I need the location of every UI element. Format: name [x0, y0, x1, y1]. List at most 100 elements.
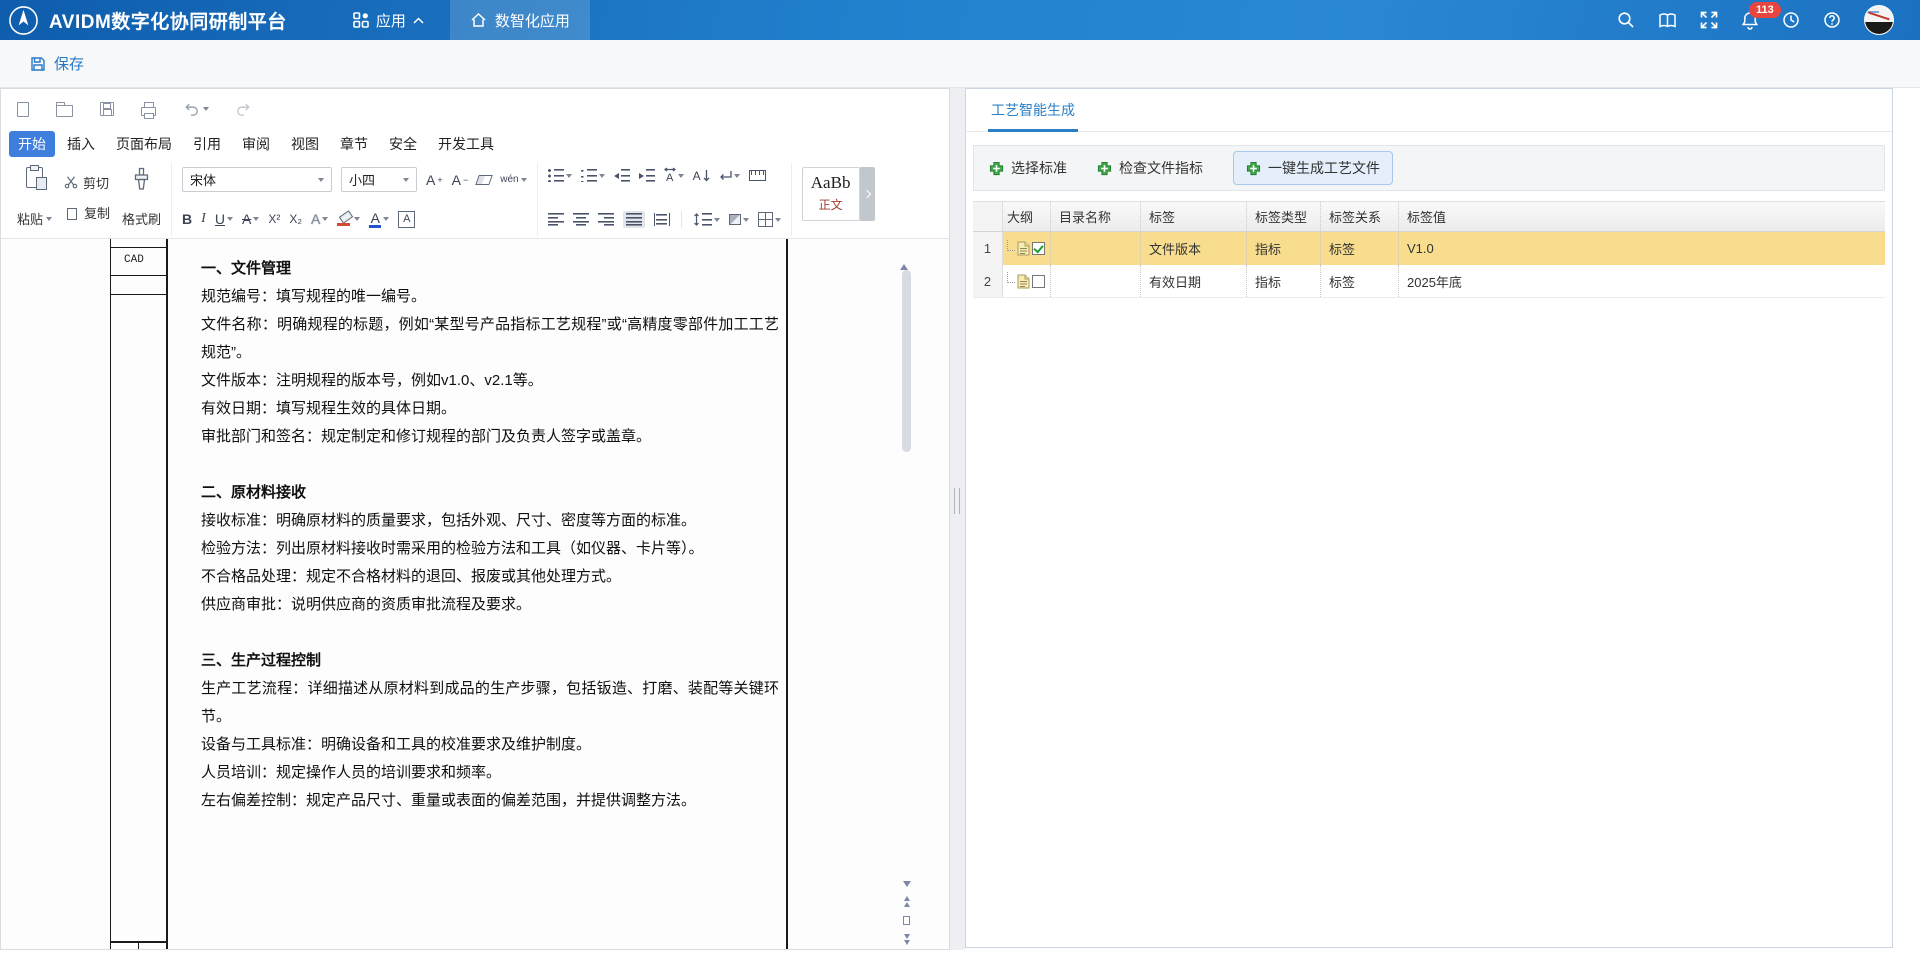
select-standard-label: 选择标准: [1011, 158, 1067, 178]
subscript-button[interactable]: X₂: [289, 212, 302, 226]
decrease-indent-button[interactable]: [614, 169, 630, 182]
font-size-select[interactable]: 小四: [341, 167, 417, 192]
row-checkbox-checked[interactable]: [1032, 242, 1045, 255]
history-clock-icon[interactable]: [1782, 11, 1800, 29]
outline-cell: [1003, 232, 1051, 265]
doc-line: 左右偏差控制：规定产品尺寸、重量或表面的偏差范围，并提供调整方法。: [201, 787, 779, 815]
text-effect-button[interactable]: A: [311, 211, 328, 227]
notifications-bell-icon[interactable]: 113: [1741, 11, 1759, 30]
font-size-value: 小四: [349, 170, 375, 189]
align-center-button[interactable]: [573, 213, 589, 226]
line-spacing-button[interactable]: [693, 213, 720, 226]
directory-name-cell: [1051, 232, 1141, 265]
check-indicators-button[interactable]: 检查文件指标: [1097, 158, 1203, 178]
home-icon: [470, 12, 487, 28]
bold-button[interactable]: B: [182, 211, 192, 227]
copy-button[interactable]: 复制: [64, 203, 110, 222]
tab-security[interactable]: 安全: [380, 131, 426, 157]
tab-review[interactable]: 审阅: [233, 131, 279, 157]
tab-home[interactable]: 开始: [9, 131, 55, 157]
tab-ruler-button[interactable]: [749, 170, 766, 181]
align-right-button[interactable]: [598, 213, 614, 226]
char-scale-button[interactable]: A: [664, 167, 684, 184]
doc-line: 供应商审批：说明供应商的资质审批流程及要求。: [201, 591, 779, 619]
superscript-button[interactable]: X²: [268, 212, 280, 226]
style-gallery-expand-button[interactable]: [860, 167, 875, 221]
clear-format-eraser-icon[interactable]: [477, 175, 491, 185]
splitter-grip[interactable]: [954, 488, 960, 514]
tab-references[interactable]: 引用: [184, 131, 230, 157]
doc-line: 检验方法：列出原材料接收时需采用的检验方法和工具（如仪器、卡片等）。: [201, 535, 779, 563]
paragraph-marks-button[interactable]: [719, 170, 740, 182]
open-file-icon[interactable]: [56, 102, 73, 117]
increase-font-button[interactable]: A+: [426, 172, 443, 188]
font-color-button[interactable]: A: [369, 210, 389, 228]
table-header-row: 大纲 目录名称 标签 标签类型 标签关系 标签值: [973, 201, 1885, 232]
tab-insert[interactable]: 插入: [58, 131, 104, 157]
document-canvas[interactable]: CAD 描 图 一、文件管理 规范编号：填写规程的唯一编号。 文件名称：明确规程…: [1, 239, 949, 949]
tab-process-smart-generation[interactable]: 工艺智能生成: [988, 100, 1078, 132]
tab-dev-tools[interactable]: 开发工具: [429, 131, 503, 157]
scroll-down-icon[interactable]: [903, 881, 911, 887]
fullscreen-icon[interactable]: [1700, 11, 1718, 29]
undo-dropdown-icon[interactable]: [203, 107, 209, 111]
sort-button[interactable]: A: [693, 169, 710, 183]
print-icon[interactable]: [141, 102, 156, 116]
user-avatar[interactable]: [1864, 5, 1894, 35]
tag-relation-cell: 标签: [1321, 232, 1399, 265]
redo-icon[interactable]: [236, 101, 252, 117]
save-button[interactable]: 保存: [54, 53, 84, 74]
row-checkbox-unchecked[interactable]: [1032, 275, 1045, 288]
editor-vertical-scrollbar[interactable]: [900, 247, 913, 945]
header-tag-relation: 标签关系: [1321, 202, 1399, 231]
select-browse-object-icon[interactable]: [903, 916, 910, 925]
shading-button[interactable]: [729, 214, 749, 225]
increase-indent-button[interactable]: [639, 169, 655, 182]
distribute-button[interactable]: [654, 213, 670, 226]
search-icon[interactable]: [1617, 11, 1635, 29]
previous-page-icon[interactable]: [904, 896, 910, 907]
scroll-up-icon[interactable]: [900, 247, 908, 270]
app-menu-button[interactable]: 应用: [353, 0, 424, 40]
styles-group: AaBb 正文: [792, 163, 879, 236]
strikethrough-button[interactable]: A: [242, 211, 259, 227]
next-page-icon[interactable]: [904, 934, 910, 945]
book-icon[interactable]: [1658, 12, 1677, 29]
quick-save-icon[interactable]: [100, 102, 114, 116]
style-normal-button[interactable]: AaBb 正文: [802, 167, 860, 221]
italic-button[interactable]: I: [201, 211, 206, 227]
table-row[interactable]: 2 有效日期 指标 标签 2025年底: [973, 265, 1885, 298]
document-text[interactable]: 一、文件管理 规范编号：填写规程的唯一编号。 文件名称：明确规程的标题，例如“某…: [201, 255, 779, 843]
doc-line: 人员培训：规定操作人员的培训要求和频率。: [201, 759, 779, 787]
new-document-icon[interactable]: [17, 102, 29, 117]
tab-section[interactable]: 章节: [331, 131, 377, 157]
generate-process-file-button[interactable]: 一键生成工艺文件: [1233, 151, 1393, 185]
align-left-button[interactable]: [548, 213, 564, 226]
char-border-button[interactable]: A: [398, 211, 415, 228]
scroll-nav-cluster: [900, 881, 913, 945]
select-standard-button[interactable]: 选择标准: [989, 158, 1067, 178]
copy-label: 复制: [84, 203, 110, 222]
tab-view[interactable]: 视图: [282, 131, 328, 157]
highlight-pen-button[interactable]: [337, 213, 360, 226]
borders-button[interactable]: [758, 212, 781, 227]
paste-button[interactable]: 粘贴: [17, 167, 52, 228]
underline-button[interactable]: U: [215, 211, 233, 227]
save-bar: 保存: [0, 40, 1920, 88]
topbar: AVIDM数字化协同研制平台 应用 数智化应用: [0, 0, 1920, 40]
numbered-list-button[interactable]: [581, 169, 605, 182]
font-name-select[interactable]: 宋体: [182, 167, 332, 192]
scrollbar-thumb[interactable]: [902, 270, 911, 452]
cut-button[interactable]: 剪切: [64, 173, 110, 192]
home-tab-digital-apps[interactable]: 数智化应用: [450, 0, 590, 40]
decrease-font-button[interactable]: A−: [452, 172, 469, 188]
pinyin-guide-button[interactable]: wén: [500, 174, 526, 185]
justify-button[interactable]: [623, 211, 645, 228]
frame-line: [166, 239, 168, 949]
tab-page-layout[interactable]: 页面布局: [107, 131, 181, 157]
format-painter-button[interactable]: 格式刷: [122, 167, 161, 228]
help-icon[interactable]: [1823, 11, 1841, 29]
bullet-list-button[interactable]: [548, 169, 572, 182]
undo-icon[interactable]: [183, 101, 209, 117]
table-row[interactable]: 1 文件版本 指标 标签 V1.0: [973, 232, 1885, 265]
